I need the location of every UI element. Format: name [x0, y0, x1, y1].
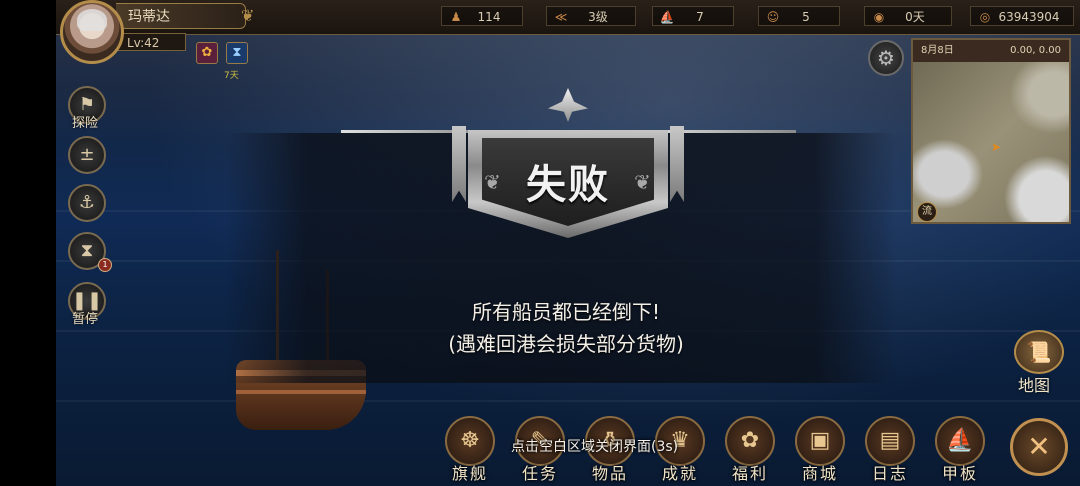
- food-icon: ◉: [873, 10, 885, 24]
- close-menu-button[interactable]: ✕: [1010, 418, 1068, 476]
- minimap-terrain[interactable]: ➤: [913, 62, 1069, 222]
- menu-journal[interactable]: ▤ 日志: [862, 416, 918, 483]
- minimap[interactable]: 8月8日 0.00, 0.00 ➤ 流: [911, 38, 1071, 224]
- scroll-map-icon: 📜: [1026, 340, 1052, 364]
- gold-coin-icon: ◎: [979, 10, 991, 24]
- player-name: 玛蒂达: [116, 3, 246, 29]
- compass-button[interactable]: ±: [68, 136, 106, 174]
- buff-hourglass-icon[interactable]: ⧗: [226, 42, 248, 64]
- sailor-icon: ☺: [766, 10, 780, 24]
- ship-icon: ⛵: [659, 10, 675, 24]
- crew-icon: ♟: [450, 10, 462, 24]
- anchor-button[interactable]: ⚓: [68, 184, 106, 222]
- hourglass-icon: ⧗: [80, 240, 94, 261]
- ship-marker-icon: ➤: [991, 140, 1002, 154]
- game-date: 8月8日: [921, 45, 954, 56]
- fail-title: 失败: [526, 161, 610, 208]
- stat-sailors[interactable]: ☺ 5: [758, 6, 840, 26]
- player-avatar[interactable]: [60, 0, 124, 64]
- buff-duration: 7天: [224, 71, 239, 81]
- settings-gear-icon[interactable]: ⚙: [868, 40, 904, 76]
- crown-ornament-icon: [548, 88, 588, 122]
- tap-to-close-hint[interactable]: 点击空白区域关闭界面(3s): [511, 436, 678, 456]
- rank-icon: ≪: [554, 10, 568, 24]
- stat-food[interactable]: ◉ 0天: [864, 6, 952, 26]
- current-flow-button[interactable]: 流: [917, 202, 937, 222]
- right-laurel-icon: ❦: [634, 170, 651, 194]
- player-level: Lv:42: [116, 33, 186, 51]
- stat-rank[interactable]: ≪ 3级: [546, 6, 636, 26]
- hourglass-badge: 1: [98, 258, 112, 272]
- sailing-ship-icon: ⛵: [935, 416, 985, 466]
- ship-wheel-icon: ☸: [445, 416, 495, 466]
- menu-shop[interactable]: ▣ 商城: [792, 416, 848, 483]
- world-map-button[interactable]: 📜: [1014, 330, 1064, 374]
- money-bag-icon: ✿: [725, 416, 775, 466]
- game-viewport[interactable]: 玛蒂达 ❦ Lv:42 ♟ 114 ≪ 3级 ⛵ 7 ☺ 5 ◉ 0天 ◎ 63…: [56, 0, 1080, 486]
- stat-crew[interactable]: ♟ 114: [441, 6, 523, 26]
- world-map-label: 地图: [1018, 376, 1051, 395]
- stat-gold[interactable]: ◎ 63943904: [970, 6, 1074, 26]
- menu-deck[interactable]: ⛵ 甲板: [932, 416, 988, 483]
- explore-label: 探险: [72, 116, 99, 131]
- buff-flower-icon[interactable]: ✿: [196, 42, 218, 64]
- fail-penalty-note: (遇难回港会损失部分货物): [448, 332, 684, 356]
- book-icon: ▤: [865, 416, 915, 466]
- left-laurel-icon: ❦: [484, 170, 501, 194]
- ship-coordinates: 0.00, 0.00: [1010, 45, 1061, 56]
- anchor-icon: ⚓: [78, 192, 96, 213]
- crossed-swords-icon: ✕: [1027, 430, 1051, 463]
- ornament-icon: ❦: [241, 6, 255, 25]
- menu-flagship[interactable]: ☸ 旗舰: [442, 416, 498, 483]
- stat-ships[interactable]: ⛵ 7: [652, 6, 734, 26]
- pause-label: 暂停: [72, 312, 99, 327]
- compass-icon: ±: [79, 144, 95, 165]
- treasure-chest-icon: ▣: [795, 416, 845, 466]
- fail-message: 所有船员都已经倒下!: [471, 300, 661, 324]
- menu-welfare[interactable]: ✿ 福利: [722, 416, 778, 483]
- minimap-header: 8月8日 0.00, 0.00: [913, 40, 1069, 62]
